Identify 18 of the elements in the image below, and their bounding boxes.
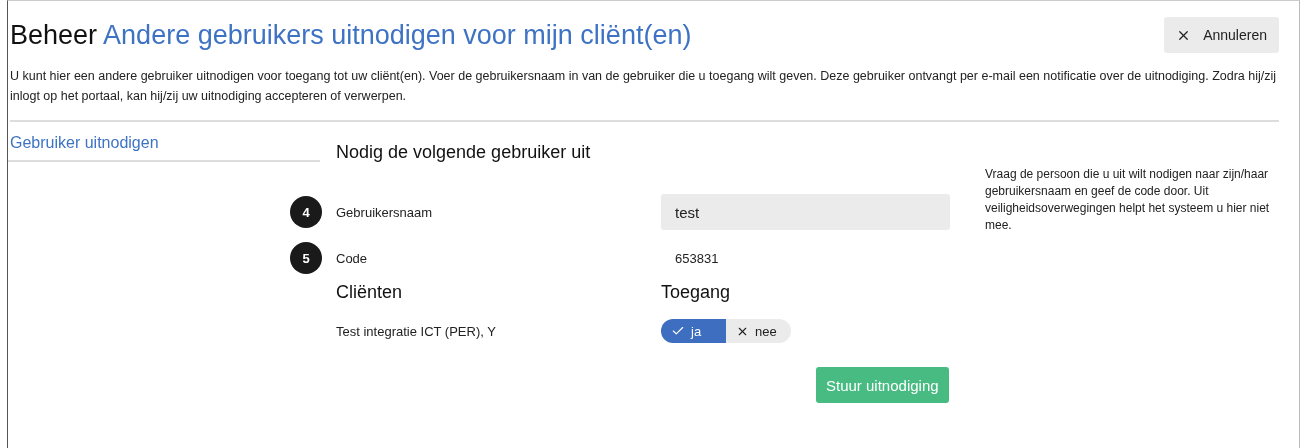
page-title: Beheer Andere gebruikers uitnodigen voor mijn cliënt(en) [10, 19, 692, 51]
access-heading: Toegang [661, 282, 732, 303]
check-icon [671, 324, 685, 338]
access-option[interactable]: ja [661, 319, 726, 343]
access-option[interactable]: nee [726, 319, 791, 343]
help-text: Vraag de persoon die u uit wilt nodigen naar zijn/haar gebruikersnaam en geef de code door. Uit veiligheidsoverwegingen helpt het systeem u hier niet mee. [985, 166, 1271, 234]
code-value: 653831 [674, 250, 720, 266]
description-text: U kunt hier een andere gebruiker uitnodigen voor toegang tot uw cliënt(en). Voer de gebruikersnaam in van de gebruiker die u toegang wilt geven. Deze gebruiker ontvangt per e-mail een notificatie over de uitnodiging. Zodra hij/zij inlogt op het portaal, kan hij/zij uw uitnodiging accepteren of verwerpen. [10, 66, 1279, 122]
clients-heading: Cliënten [336, 282, 404, 303]
username-field[interactable]: test [661, 194, 950, 230]
cancel-button[interactable]: Annuleren [1164, 17, 1279, 53]
client-name: Test integratie ICT (PER), Y [336, 323, 497, 339]
form-heading: Nodig de volgende gebruiker uit [336, 142, 592, 164]
field-label: Gebruikersnaam [336, 204, 434, 220]
sidebar-item[interactable]: Gebruiker uitnodigen [8, 134, 320, 162]
field-label: Code [336, 250, 369, 266]
step-badge: 5 [290, 242, 322, 274]
step-badge: 4 [290, 196, 322, 228]
